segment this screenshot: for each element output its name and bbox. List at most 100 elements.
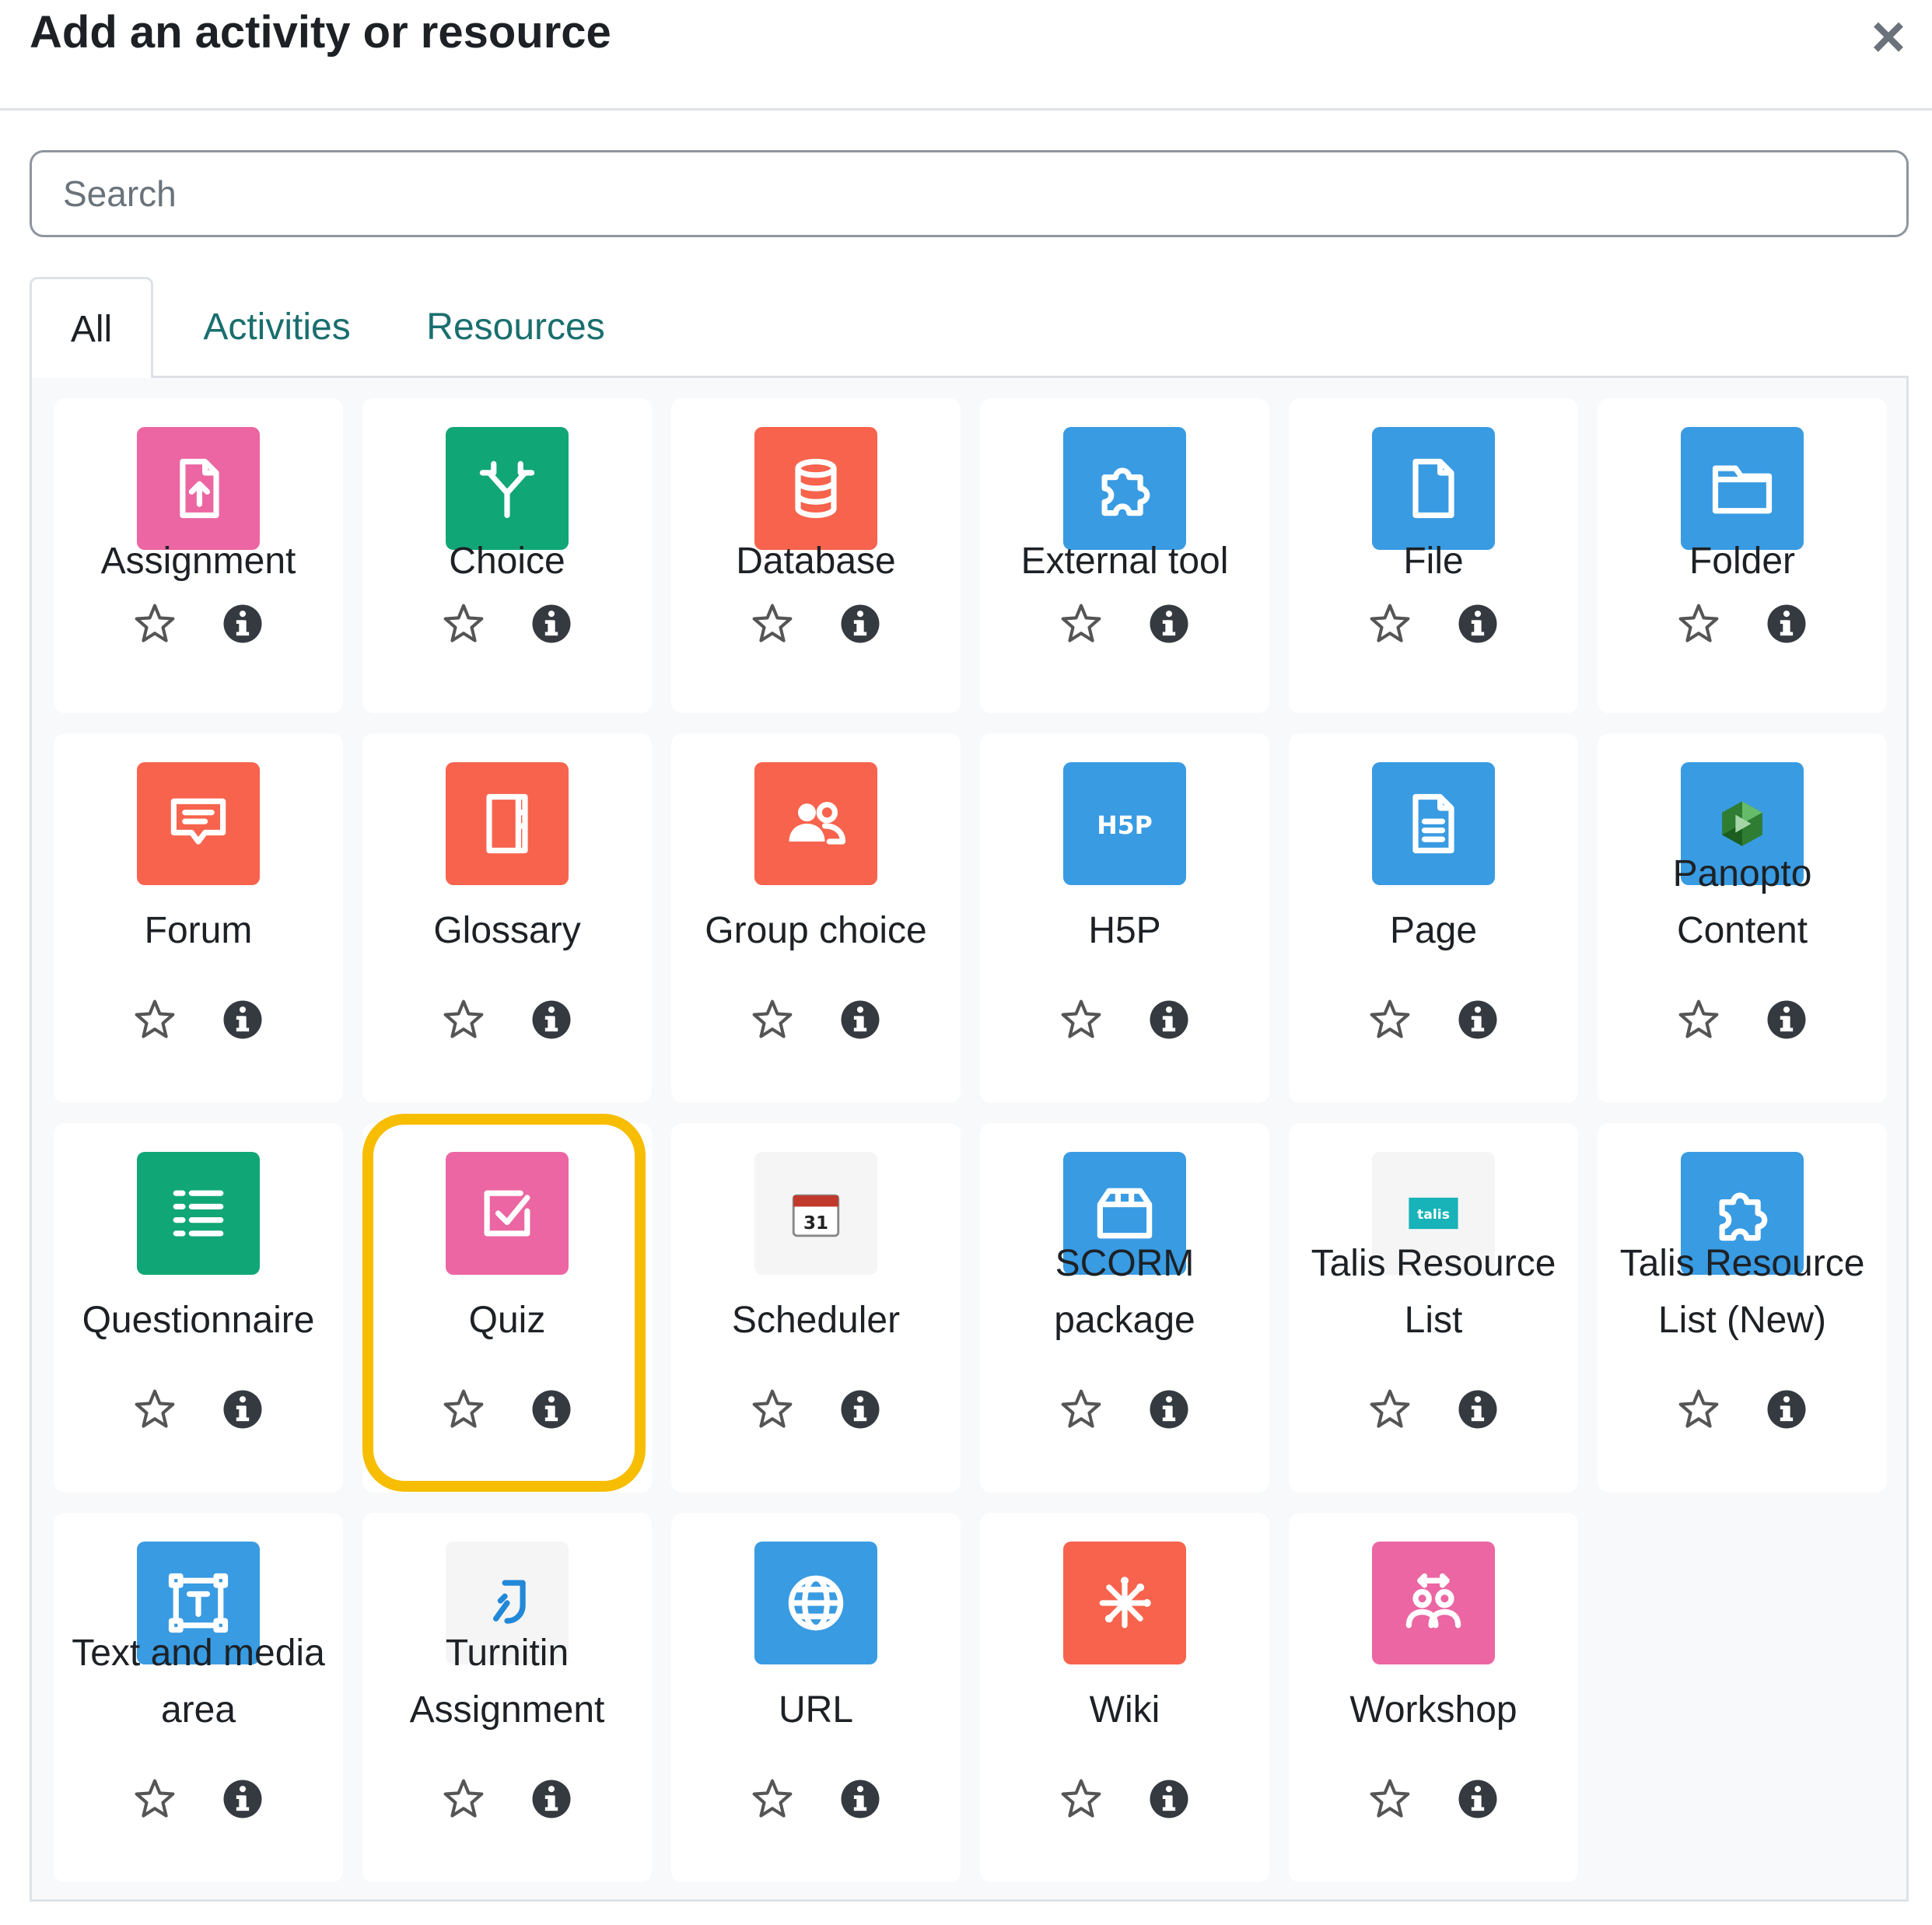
- activity-name: Text and media: [72, 1633, 325, 1674]
- activity-card-scheduler[interactable]: 31 Scheduler: [671, 1123, 961, 1493]
- activity-card-talis-resource-list-new[interactable]: Talis Resource List (New): [1598, 1123, 1887, 1493]
- info-icon[interactable]: [1456, 1777, 1500, 1821]
- info-icon[interactable]: [838, 1777, 882, 1821]
- info-icon[interactable]: [1456, 998, 1500, 1041]
- activity-card-page[interactable]: Page: [1289, 733, 1578, 1103]
- activity-name: Database: [736, 541, 896, 582]
- activity-card-group-choice[interactable]: Group choice: [671, 733, 961, 1103]
- activity-card-workshop[interactable]: Workshop: [1289, 1513, 1578, 1882]
- activity-card-h5p[interactable]: H5P H5P: [980, 733, 1269, 1103]
- info-icon[interactable]: [1765, 1388, 1808, 1431]
- star-icon[interactable]: [442, 1388, 485, 1431]
- activity-card-questionnaire[interactable]: Questionnaire: [54, 1123, 343, 1493]
- star-icon[interactable]: [751, 1777, 794, 1821]
- activity-card-choice[interactable]: Choice: [362, 398, 652, 713]
- activity-card-quiz[interactable]: Quiz: [362, 1123, 652, 1493]
- info-icon[interactable]: [1147, 1777, 1191, 1821]
- star-icon[interactable]: [1368, 1777, 1412, 1821]
- activity-name-line2: area: [160, 1689, 236, 1731]
- info-icon[interactable]: [838, 998, 882, 1041]
- info-icon[interactable]: [1147, 602, 1191, 646]
- close-icon[interactable]: ×: [1855, 4, 1922, 71]
- star-icon[interactable]: [133, 998, 177, 1041]
- star-icon[interactable]: [133, 1777, 177, 1821]
- info-icon[interactable]: [1147, 1388, 1191, 1431]
- svg-text:31: 31: [803, 1213, 828, 1234]
- activity-card-url[interactable]: URL: [671, 1513, 961, 1882]
- info-icon[interactable]: [1456, 1388, 1500, 1431]
- tab-all[interactable]: All: [30, 277, 153, 380]
- star-icon[interactable]: [751, 1388, 794, 1431]
- star-icon[interactable]: [442, 602, 485, 646]
- page-icon: [1372, 762, 1495, 885]
- search-input[interactable]: [30, 150, 1909, 237]
- svg-text:H5P: H5P: [1097, 812, 1153, 840]
- activity-name: External tool: [1020, 541, 1229, 582]
- activity-name-line2: List (New): [1657, 1300, 1827, 1341]
- info-icon[interactable]: [221, 602, 264, 646]
- info-icon[interactable]: [838, 1388, 882, 1431]
- activity-name-line2: Assignment: [409, 1689, 605, 1731]
- activity-name: Quiz: [468, 1300, 546, 1341]
- info-icon[interactable]: [1765, 602, 1808, 646]
- star-icon[interactable]: [133, 602, 177, 646]
- activity-card-text-and-media-area[interactable]: Text and media area: [54, 1513, 343, 1882]
- info-icon[interactable]: [1456, 602, 1500, 646]
- info-icon[interactable]: [530, 1777, 573, 1821]
- activity-card-glossary[interactable]: Glossary: [362, 733, 652, 1103]
- info-icon[interactable]: [1147, 998, 1191, 1041]
- info-icon[interactable]: [221, 1388, 264, 1431]
- external-tool-icon: [1063, 427, 1186, 550]
- activity-card-folder[interactable]: Folder: [1598, 398, 1887, 713]
- activity-card-turnitin-assignment[interactable]: Turnitin Assignment: [362, 1513, 652, 1882]
- activity-card-database[interactable]: Database: [671, 398, 961, 713]
- activity-name: Assignment: [100, 541, 296, 582]
- forum-icon: [137, 762, 260, 885]
- activity-name-line2: package: [1054, 1300, 1195, 1341]
- glossary-icon: [446, 762, 569, 885]
- choice-icon: [446, 427, 569, 550]
- activity-name: Group choice: [705, 910, 927, 951]
- tab-bar: All Activities Resources: [30, 277, 1909, 380]
- info-icon[interactable]: [221, 1777, 264, 1821]
- activity-name: Wiki: [1089, 1689, 1160, 1731]
- activity-card-scorm-package[interactable]: SCORM package: [980, 1123, 1269, 1493]
- info-icon[interactable]: [530, 1388, 573, 1431]
- star-icon[interactable]: [442, 998, 485, 1041]
- activity-card-panopto-content[interactable]: Panopto Content: [1598, 733, 1887, 1103]
- activity-grid: Assignment Choice Database External tool Fil…: [30, 378, 1909, 1902]
- star-icon[interactable]: [1059, 602, 1103, 646]
- star-icon[interactable]: [1677, 998, 1720, 1041]
- star-icon[interactable]: [442, 1777, 485, 1821]
- star-icon[interactable]: [1059, 1777, 1103, 1821]
- star-icon[interactable]: [1368, 1388, 1412, 1431]
- star-icon[interactable]: [1368, 602, 1412, 646]
- quiz-icon: [446, 1152, 569, 1275]
- info-icon[interactable]: [221, 998, 264, 1041]
- info-icon[interactable]: [530, 602, 573, 646]
- star-icon[interactable]: [751, 602, 794, 646]
- info-icon[interactable]: [530, 998, 573, 1041]
- star-icon[interactable]: [1368, 998, 1412, 1041]
- scheduler-icon: 31: [754, 1152, 877, 1275]
- activity-card-forum[interactable]: Forum: [54, 733, 343, 1103]
- activity-name: Folder: [1689, 541, 1796, 582]
- activity-card-wiki[interactable]: Wiki: [980, 1513, 1269, 1882]
- star-icon[interactable]: [1059, 1388, 1103, 1431]
- tab-resources[interactable]: Resources: [418, 277, 613, 378]
- star-icon[interactable]: [1677, 602, 1720, 646]
- file-icon: [1372, 427, 1495, 550]
- info-icon[interactable]: [1765, 998, 1808, 1041]
- info-icon[interactable]: [838, 602, 882, 646]
- modal-title: Add an activity or resource: [30, 7, 611, 58]
- activity-card-assignment[interactable]: Assignment: [54, 398, 343, 713]
- group-choice-icon: [754, 762, 877, 885]
- star-icon[interactable]: [1677, 1388, 1720, 1431]
- star-icon[interactable]: [1059, 998, 1103, 1041]
- star-icon[interactable]: [751, 998, 794, 1041]
- activity-card-file[interactable]: File: [1289, 398, 1578, 713]
- star-icon[interactable]: [133, 1388, 177, 1431]
- activity-card-talis-resource-list[interactable]: talis Talis Resource List: [1289, 1123, 1578, 1493]
- tab-activities[interactable]: Activities: [191, 277, 362, 378]
- activity-card-external-tool[interactable]: External tool: [980, 398, 1269, 713]
